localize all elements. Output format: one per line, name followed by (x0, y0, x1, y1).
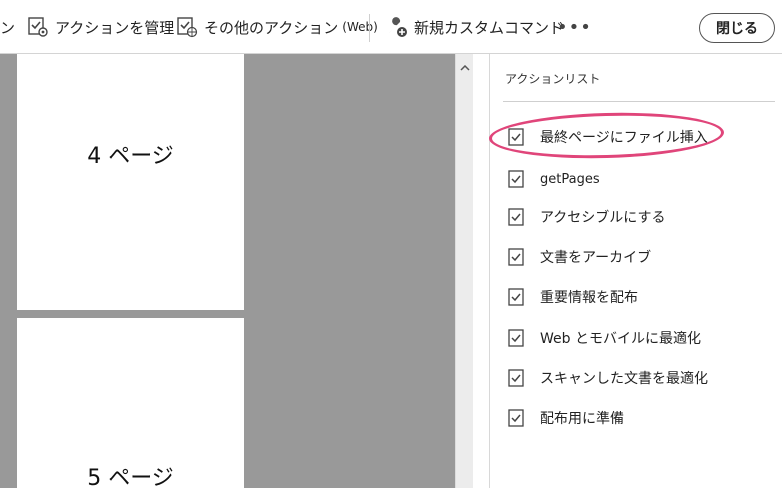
action-icon (508, 329, 524, 347)
manage-actions-icon (28, 17, 48, 37)
scroll-up-button[interactable] (456, 62, 474, 74)
new-custom-command-label: 新規カスタムコマンド (414, 18, 565, 37)
action-item[interactable]: 配布用に準備 (508, 406, 624, 430)
wrench-add-icon (389, 17, 407, 37)
page-thumbnail[interactable]: 4 ページ (17, 54, 244, 310)
action-icon (508, 369, 524, 387)
web-actions-icon (177, 17, 198, 38)
action-item[interactable]: 重要情報を配布 (508, 285, 638, 309)
action-icon (508, 288, 524, 306)
manage-actions-label: アクションを管理 (55, 18, 175, 37)
toolbar: ン アクションを管理 その他のアクション (Web) 新規カスタムコマンド ••… (0, 0, 782, 54)
toolbar-item-partial[interactable]: ン (0, 0, 15, 54)
document-view[interactable]: 4 ページ 5 ページ (0, 54, 455, 491)
manage-actions-button[interactable]: アクションを管理 (27, 0, 174, 54)
action-icon (508, 248, 524, 266)
page-label: 5 ページ (87, 466, 174, 491)
action-label: 文書をアーカイブ (540, 250, 652, 266)
close-button[interactable]: 閉じる (699, 13, 775, 43)
new-custom-command-button[interactable]: 新規カスタムコマンド (386, 0, 564, 54)
action-icon (508, 170, 524, 188)
action-item[interactable]: 文書をアーカイブ (508, 245, 651, 269)
action-label: 重要情報を配布 (540, 290, 638, 306)
other-actions-button[interactable]: その他のアクション (Web) (176, 0, 378, 54)
panel-title: アクションリスト (505, 72, 601, 86)
action-item[interactable]: getPages (508, 167, 600, 191)
vertical-scrollbar[interactable] (455, 54, 473, 488)
toolbar-separator (369, 14, 370, 42)
action-label: アクセシブルにする (540, 210, 666, 226)
action-icon (508, 409, 524, 427)
action-item[interactable]: アクセシブルにする (508, 205, 665, 229)
more-options-icon[interactable]: ••• (557, 17, 592, 38)
other-actions-suffix: (Web) (342, 20, 378, 34)
action-label: getPages (540, 171, 600, 187)
action-label: スキャンした文書を最適化 (540, 371, 708, 387)
action-label: 配布用に準備 (540, 411, 624, 427)
action-icon (508, 208, 524, 226)
action-item[interactable]: スキャンした文書を最適化 (508, 366, 708, 390)
action-item[interactable]: Web とモバイルに最適化 (508, 326, 701, 350)
page-thumbnail[interactable]: 5 ページ (17, 318, 244, 491)
chevron-up-icon (460, 65, 470, 71)
page-label: 4 ページ (87, 144, 174, 169)
other-actions-label: その他のアクション (204, 18, 339, 37)
action-label: Web とモバイルに最適化 (540, 331, 701, 347)
panel-divider-line (503, 101, 775, 102)
toolbar-item-partial-label: ン (0, 18, 16, 37)
panel-divider[interactable] (473, 54, 490, 488)
